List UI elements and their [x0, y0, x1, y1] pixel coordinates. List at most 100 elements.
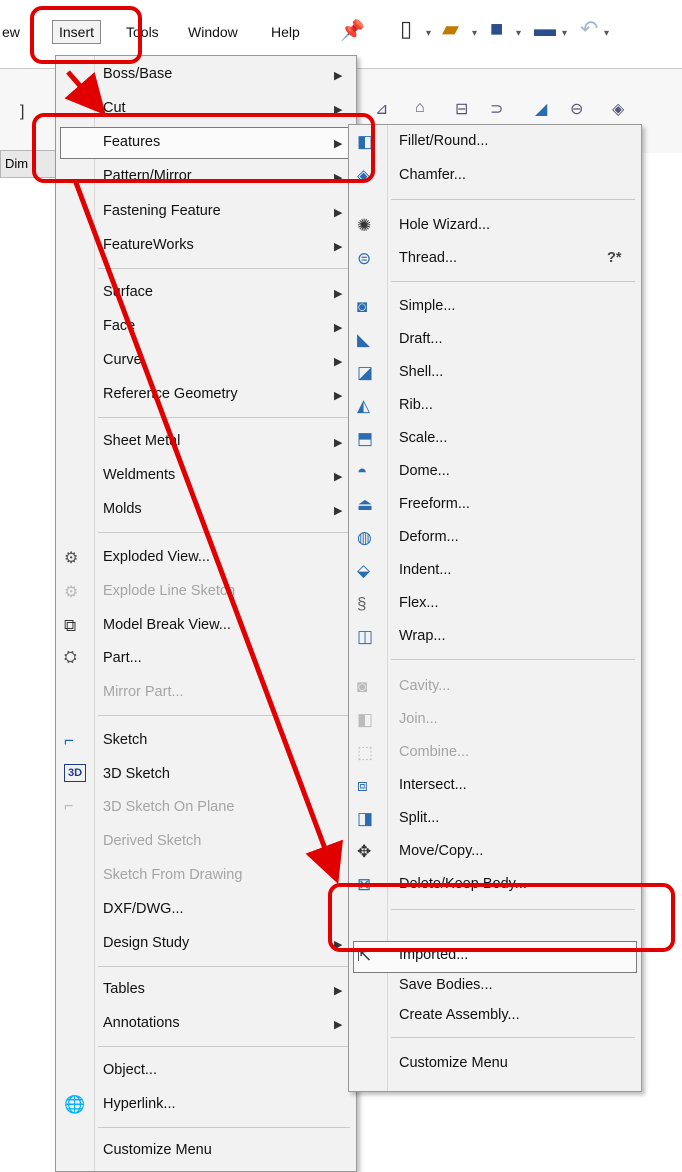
menu-item-wrap[interactable]: Wrap...: [399, 628, 445, 644]
menu-item-split[interactable]: Split...: [399, 810, 439, 826]
menu-item-3d-sketch-on-plane: 3D Sketch On Plane: [103, 799, 235, 815]
menu-item-hole-wizard[interactable]: Hole Wizard...: [399, 217, 490, 233]
help-badge-icon: ?*: [607, 250, 622, 266]
features-callout-box: [32, 113, 375, 183]
chevron-right-icon: ▶: [334, 322, 343, 334]
dropdown-arrow-icon[interactable]: ▾: [562, 28, 567, 39]
menu-item-customize-menu[interactable]: Customize Menu: [399, 1055, 508, 1071]
toolbar-icon[interactable]: ]: [20, 103, 24, 121]
menu-item-scale[interactable]: Scale...: [399, 430, 447, 446]
pin-icon[interactable]: 📌: [340, 18, 365, 43]
menu-item-weldments[interactable]: Weldments: [103, 467, 175, 483]
insert-callout-box: [30, 6, 142, 64]
chevron-right-icon: ▶: [334, 471, 343, 483]
cavity-icon: ◙: [357, 677, 368, 696]
menu-item-chamfer[interactable]: Chamfer...: [399, 167, 466, 183]
toolbar-icon[interactable]: ⊖: [570, 99, 583, 119]
part-icon: ⛭: [64, 649, 77, 666]
menu-separator: [98, 532, 350, 533]
menu-item-annotations[interactable]: Annotations: [103, 1015, 180, 1031]
menu-item-intersect[interactable]: Intersect...: [399, 777, 467, 793]
menu-item-customize-menu[interactable]: Customize Menu: [103, 1142, 212, 1158]
menu-item-move-copy[interactable]: Move/Copy...: [399, 843, 483, 859]
menu-item-featureworks[interactable]: FeatureWorks: [103, 237, 194, 253]
chevron-right-icon: ▶: [334, 70, 343, 82]
menu-item-curve[interactable]: Curve: [103, 352, 142, 368]
menu-item-molds[interactable]: Molds: [103, 501, 142, 517]
menu-help[interactable]: Help: [271, 24, 300, 40]
deform-icon: ◍: [357, 528, 372, 547]
dropdown-arrow-icon[interactable]: ▾: [426, 28, 431, 39]
chevron-right-icon: ▶: [334, 1019, 343, 1031]
menu-item-fastening-feature[interactable]: Fastening Feature: [103, 203, 221, 219]
flex-icon: §: [357, 594, 367, 613]
dome-icon: ◓: [357, 462, 368, 481]
menu-item-save-bodies[interactable]: Save Bodies...: [399, 977, 493, 993]
combine-icon: ⬚: [357, 743, 374, 762]
menu-item-object[interactable]: Object...: [103, 1062, 157, 1078]
3d-sketch-icon: 3D: [64, 764, 86, 782]
simple-hole-icon: ◙: [357, 297, 368, 316]
print-icon[interactable]: ▬: [534, 16, 556, 42]
menu-view[interactable]: ew: [2, 24, 20, 40]
chevron-right-icon: ▶: [334, 437, 343, 449]
shell-icon: ◪: [357, 363, 374, 382]
menu-item-surface[interactable]: Surface: [103, 284, 153, 300]
new-document-icon[interactable]: ▯: [400, 16, 412, 42]
menu-item-hyperlink[interactable]: Hyperlink...: [103, 1096, 176, 1112]
menu-item-create-assembly[interactable]: Create Assembly...: [399, 1007, 520, 1023]
menu-item-sketch-from-drawing: Sketch From Drawing: [103, 867, 243, 883]
menu-item-tables[interactable]: Tables: [103, 981, 145, 997]
menu-item-exploded-view[interactable]: Exploded View...: [103, 549, 210, 565]
chevron-right-icon: ▶: [334, 985, 343, 997]
menu-item-dxf-dwg[interactable]: DXF/DWG...: [103, 901, 184, 917]
3d-sketch-on-plane-icon: ⌐: [64, 798, 74, 815]
menu-item-freeform[interactable]: Freeform...: [399, 496, 470, 512]
menu-item-rib[interactable]: Rib...: [399, 397, 433, 413]
toolbar-icon[interactable]: ⊃: [490, 99, 503, 119]
menu-separator: [98, 715, 350, 716]
intersect-icon: ⧈: [357, 776, 368, 795]
menu-separator: [98, 1127, 350, 1128]
chevron-right-icon: ▶: [334, 505, 343, 517]
toolbar-icon[interactable]: ⌂: [415, 99, 425, 117]
menu-window[interactable]: Window: [188, 24, 238, 40]
menu-item-fillet-round[interactable]: Fillet/Round...: [399, 133, 488, 149]
menu-item-part[interactable]: Part...: [103, 650, 142, 666]
menu-item-dome[interactable]: Dome...: [399, 463, 450, 479]
explode-line-sketch-icon: ⚙: [64, 584, 79, 601]
menu-item-draft[interactable]: Draft...: [399, 331, 443, 347]
undo-icon[interactable]: ↶: [580, 16, 598, 42]
toolbar-icon[interactable]: ◈: [612, 99, 624, 119]
open-file-icon[interactable]: ▰: [442, 16, 459, 42]
menu-item-flex[interactable]: Flex...: [399, 595, 438, 611]
menu-item-deform[interactable]: Deform...: [399, 529, 459, 545]
toolbar-icon[interactable]: ◢: [535, 99, 547, 119]
menu-item-face[interactable]: Face: [103, 318, 135, 334]
menu-item-thread[interactable]: Thread...: [399, 250, 457, 266]
menu-item-shell[interactable]: Shell...: [399, 364, 443, 380]
hole-wizard-icon: ✺: [357, 216, 372, 235]
dropdown-arrow-icon[interactable]: ▾: [516, 28, 521, 39]
menu-item-design-study[interactable]: Design Study: [103, 935, 189, 951]
toolbar-icon[interactable]: ⊟: [455, 99, 468, 119]
menu-item-reference-geometry[interactable]: Reference Geometry: [103, 386, 238, 402]
dropdown-arrow-icon[interactable]: ▾: [472, 28, 477, 39]
chevron-right-icon: ▶: [334, 241, 343, 253]
menu-item-3d-sketch[interactable]: 3D Sketch: [103, 766, 170, 782]
toolbar-icon[interactable]: ⊿: [375, 99, 388, 119]
dropdown-arrow-icon[interactable]: ▾: [604, 28, 609, 39]
menu-item-boss-base[interactable]: Boss/Base: [103, 66, 172, 82]
wrap-icon: ◫: [357, 627, 374, 646]
menu-separator: [98, 966, 350, 967]
menu-item-simple[interactable]: Simple...: [399, 298, 455, 314]
chevron-right-icon: ▶: [334, 390, 343, 402]
menu-item-sheet-metal[interactable]: Sheet Metal: [103, 433, 180, 449]
save-icon[interactable]: ■: [490, 16, 503, 42]
menu-separator: [391, 199, 635, 200]
indent-icon: ⬙: [357, 561, 371, 580]
draft-icon: ◣: [357, 330, 371, 349]
menu-item-model-break-view[interactable]: Model Break View...: [103, 617, 231, 633]
menu-item-indent[interactable]: Indent...: [399, 562, 451, 578]
menu-item-sketch[interactable]: Sketch: [103, 732, 147, 748]
